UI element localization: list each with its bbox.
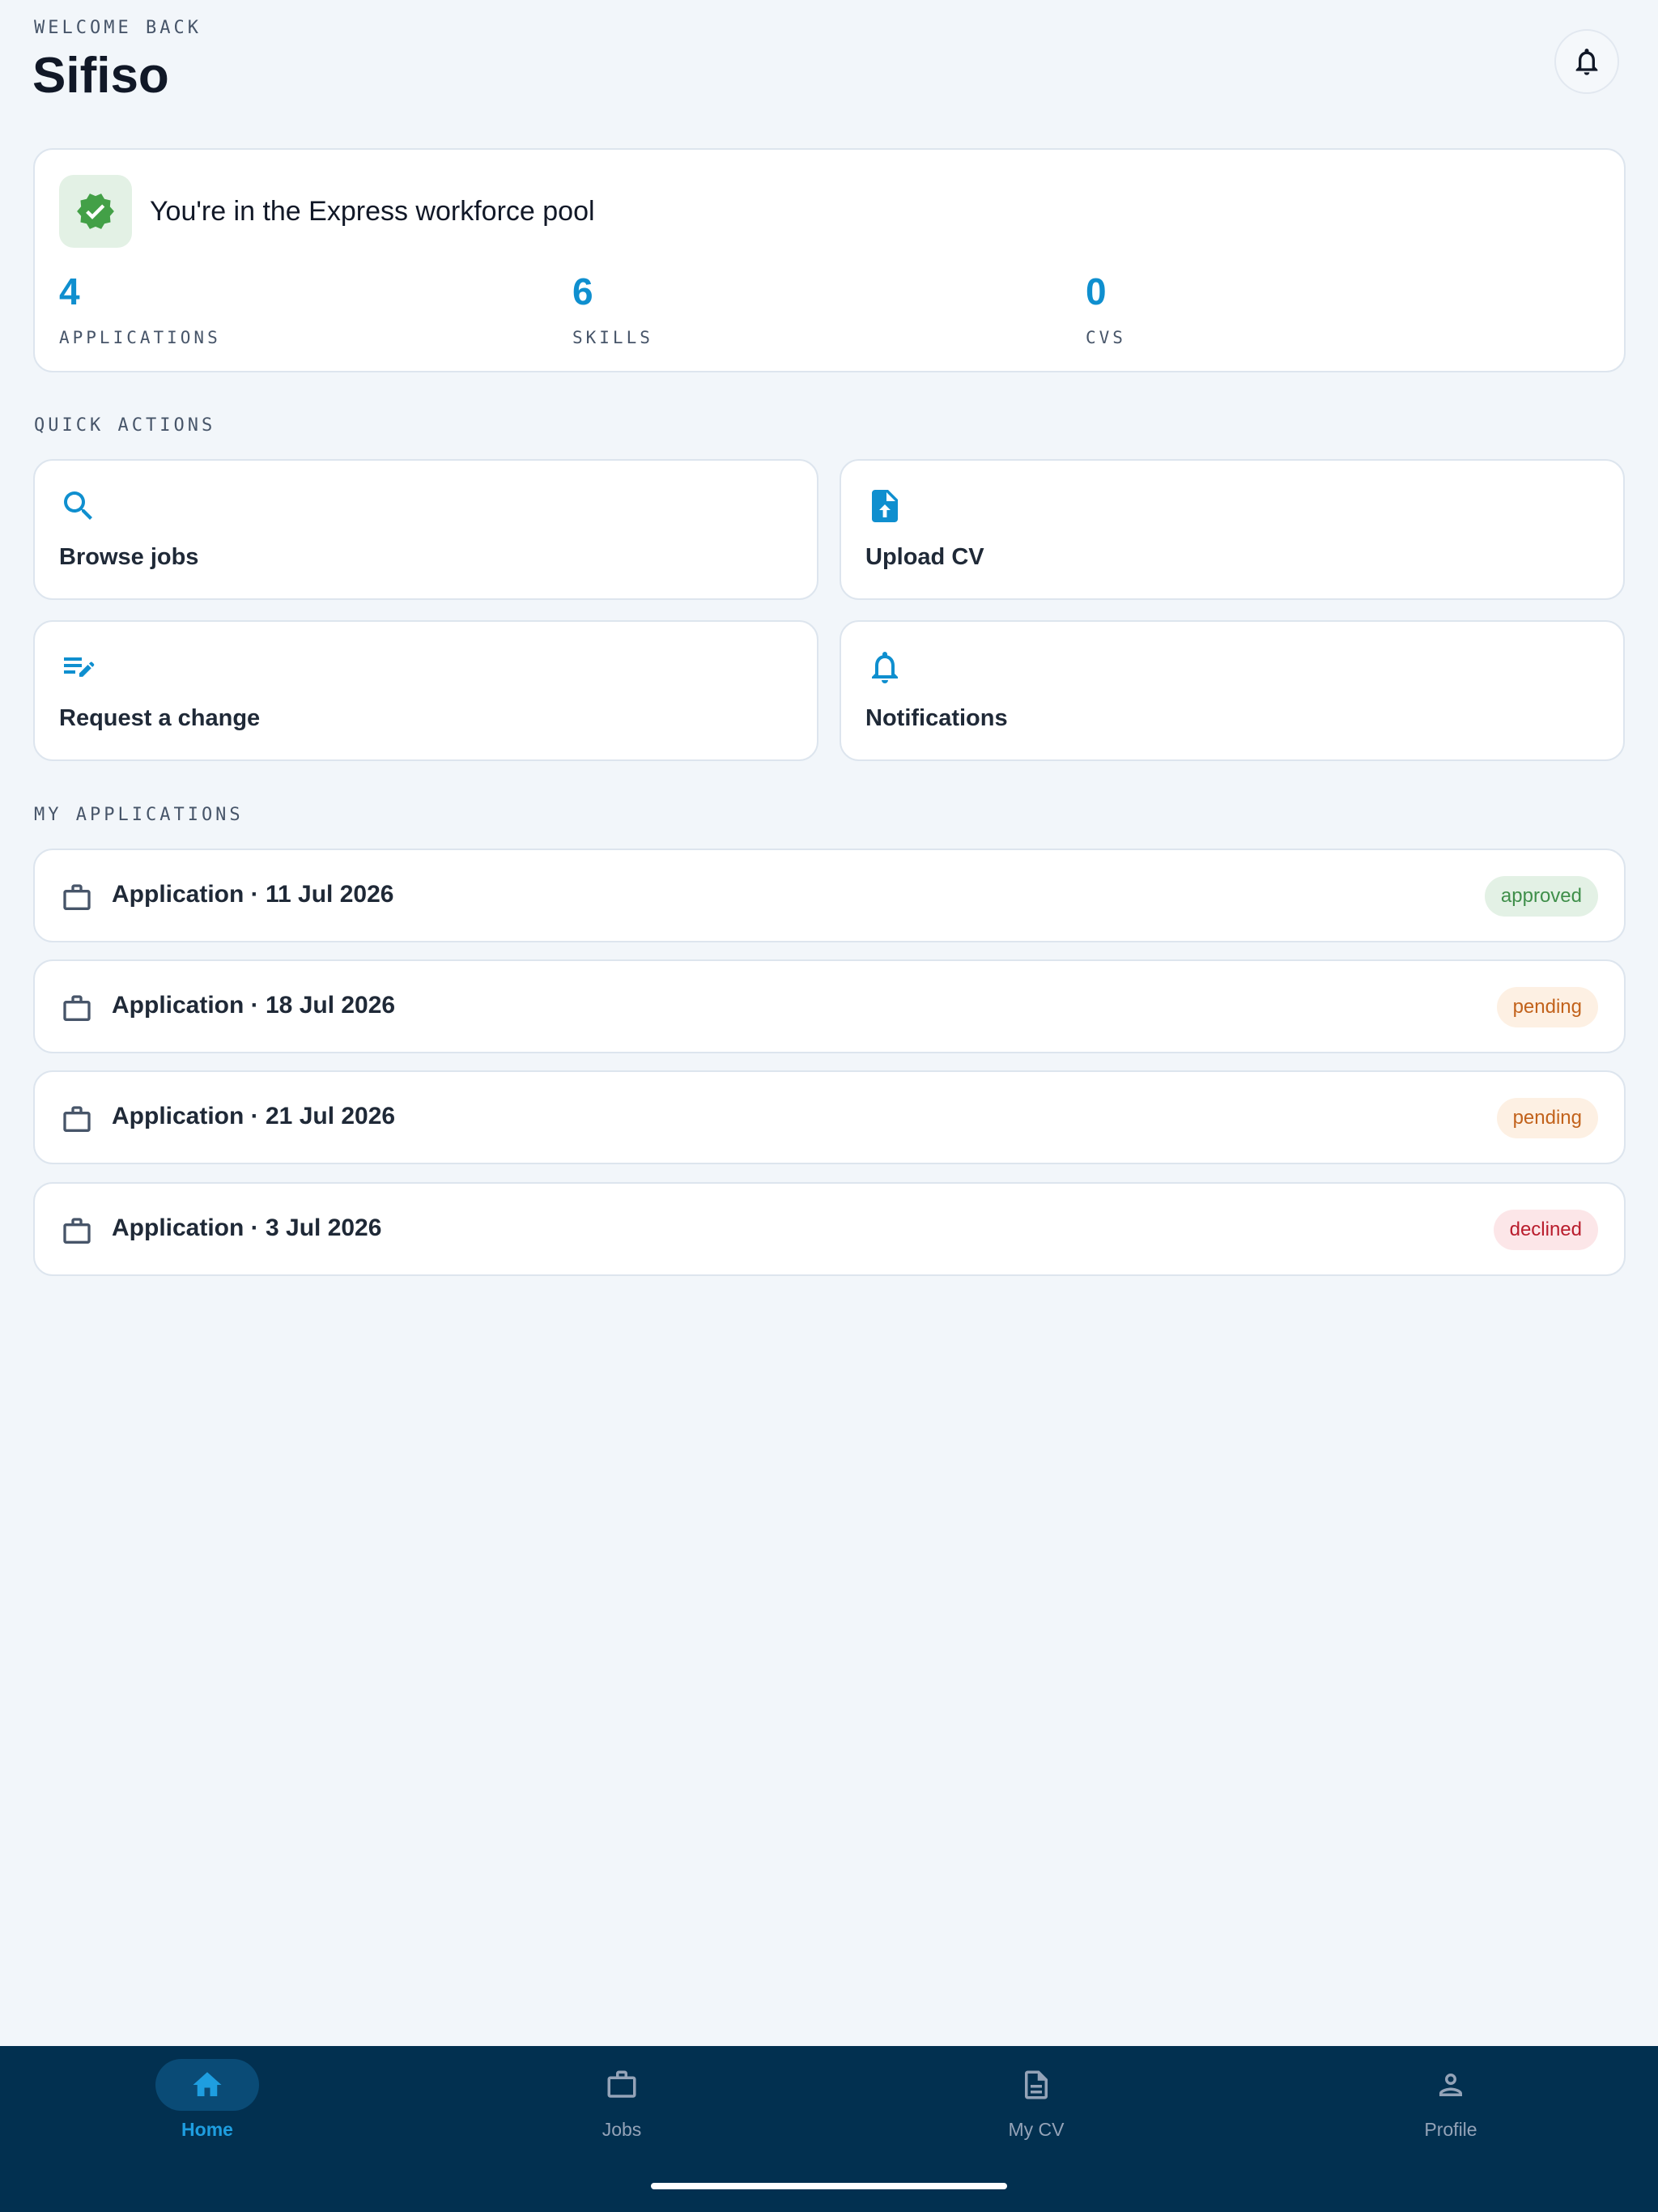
upload-file-icon bbox=[872, 490, 898, 522]
home-screen: WELCOME BACK Sifiso You're in the Expres… bbox=[0, 0, 1658, 2212]
workforce-pool-card: You're in the Express workforce pool 4 A… bbox=[33, 148, 1626, 372]
welcome-label: WELCOME BACK bbox=[34, 18, 202, 38]
action-label: Upload CV bbox=[865, 544, 984, 570]
user-name: Sifiso bbox=[32, 48, 169, 104]
person-icon bbox=[1439, 2074, 1462, 2096]
application-row[interactable]: Application · 11 Jul 2026 approved bbox=[33, 849, 1626, 942]
nav-label: My CV bbox=[1008, 2119, 1065, 2140]
home-icon bbox=[193, 2072, 222, 2096]
briefcase-icon bbox=[607, 2070, 636, 2098]
nav-home[interactable]: Home bbox=[86, 2046, 329, 2167]
application-row[interactable]: Application · 18 Jul 2026 pending bbox=[33, 959, 1626, 1053]
stat-value: 6 bbox=[572, 270, 593, 313]
quick-actions-heading: QUICK ACTIONS bbox=[34, 415, 216, 436]
status-badge: pending bbox=[1496, 1098, 1598, 1138]
application-label: Application · 3 Jul 2026 bbox=[112, 1214, 382, 1241]
status-badge: approved bbox=[1484, 876, 1598, 917]
stat-applications: 4 APPLICATIONS bbox=[59, 273, 221, 347]
nav-label: Home bbox=[181, 2119, 233, 2140]
notifications-button[interactable] bbox=[1554, 29, 1619, 94]
application-label: Application · 11 Jul 2026 bbox=[112, 881, 394, 908]
pool-title: You're in the Express workforce pool bbox=[150, 196, 595, 227]
nav-my-cv[interactable]: My CV bbox=[915, 2046, 1158, 2167]
status-badge: declined bbox=[1493, 1210, 1598, 1250]
stat-skills: 6 SKILLS bbox=[572, 273, 653, 347]
pool-badge bbox=[59, 175, 132, 248]
application-row[interactable]: Application · 21 Jul 2026 pending bbox=[33, 1070, 1626, 1164]
home-indicator[interactable] bbox=[651, 2183, 1007, 2189]
briefcase-icon bbox=[63, 1106, 91, 1132]
nav-pill bbox=[570, 2059, 674, 2111]
briefcase-icon bbox=[63, 884, 91, 910]
nav-pill bbox=[1399, 2059, 1503, 2111]
stat-label: CVS bbox=[1086, 328, 1126, 347]
browse-jobs-button[interactable]: Browse jobs bbox=[33, 459, 818, 600]
upload-cv-button[interactable]: Upload CV bbox=[840, 459, 1625, 600]
notifications-action-button[interactable]: Notifications bbox=[840, 620, 1625, 761]
stat-label: SKILLS bbox=[572, 328, 653, 347]
stat-label: APPLICATIONS bbox=[59, 328, 221, 347]
status-badge: pending bbox=[1496, 987, 1598, 1027]
action-label: Notifications bbox=[865, 705, 1008, 731]
applications-heading: MY APPLICATIONS bbox=[34, 805, 244, 825]
bell-icon bbox=[872, 652, 898, 683]
application-label: Application · 18 Jul 2026 bbox=[112, 992, 396, 1019]
search-icon bbox=[64, 491, 92, 520]
application-label: Application · 21 Jul 2026 bbox=[112, 1103, 396, 1129]
document-icon bbox=[1025, 2070, 1048, 2099]
edit-note-icon bbox=[64, 657, 95, 677]
action-label: Request a change bbox=[59, 705, 261, 731]
stat-cvs: 0 CVS bbox=[1086, 273, 1126, 347]
verified-badge-icon bbox=[77, 194, 114, 229]
request-change-button[interactable]: Request a change bbox=[33, 620, 818, 761]
stat-value: 4 bbox=[59, 270, 80, 313]
nav-profile[interactable]: Profile bbox=[1329, 2046, 1572, 2167]
bell-icon bbox=[1575, 49, 1598, 75]
application-row[interactable]: Application · 3 Jul 2026 declined bbox=[33, 1182, 1626, 1276]
stat-value: 0 bbox=[1086, 270, 1107, 313]
briefcase-icon bbox=[63, 995, 91, 1021]
nav-pill bbox=[984, 2059, 1088, 2111]
nav-label: Profile bbox=[1424, 2119, 1477, 2140]
nav-pill bbox=[155, 2059, 259, 2111]
nav-jobs[interactable]: Jobs bbox=[500, 2046, 743, 2167]
briefcase-icon bbox=[63, 1218, 91, 1244]
nav-label: Jobs bbox=[602, 2119, 642, 2140]
action-label: Browse jobs bbox=[59, 544, 199, 570]
